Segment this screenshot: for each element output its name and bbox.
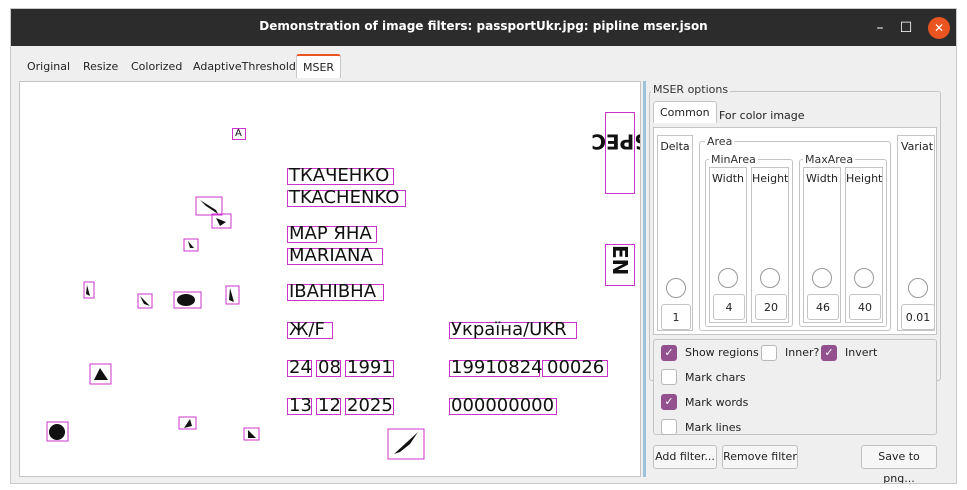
max-height-label: Height bbox=[846, 172, 883, 185]
max-height-column: Height 40 bbox=[845, 167, 883, 323]
mark-chars-label: Mark chars bbox=[685, 371, 746, 384]
options-panel: MSER options Common For color image Delt… bbox=[649, 81, 943, 483]
min-area-label: MinArea bbox=[709, 153, 758, 166]
min-width-column: Width 4 bbox=[709, 167, 747, 323]
inner-checkbox[interactable] bbox=[761, 345, 777, 361]
max-width-column: Width 46 bbox=[803, 167, 841, 323]
close-icon[interactable]: ✕ bbox=[928, 17, 950, 39]
min-height-label: Height bbox=[752, 172, 789, 185]
min-width-spinbox[interactable]: 4 bbox=[713, 294, 745, 320]
tab-mser[interactable]: MSER bbox=[296, 54, 342, 78]
invert-label: Invert bbox=[845, 346, 878, 359]
region-box bbox=[83, 281, 95, 299]
max-height-dial-icon[interactable] bbox=[854, 268, 874, 288]
blob bbox=[216, 218, 226, 226]
blob bbox=[394, 432, 418, 454]
subtab-common[interactable]: Common bbox=[653, 101, 717, 123]
blob bbox=[248, 430, 256, 438]
save-png-button[interactable]: Save to png... bbox=[861, 445, 937, 483]
blob bbox=[200, 200, 218, 214]
variation-column: Variatio 0.01 bbox=[897, 135, 935, 331]
max-width-dial-icon[interactable] bbox=[812, 268, 832, 288]
mark-chars-checkbox[interactable] bbox=[661, 369, 677, 385]
photo-regions bbox=[46, 196, 425, 460]
remove-filter-button[interactable]: Remove filter bbox=[722, 445, 798, 469]
mark-words-checkbox[interactable]: ✓ bbox=[661, 394, 677, 410]
blob bbox=[184, 419, 192, 428]
area-label: Area bbox=[705, 135, 735, 148]
subtab-color-image[interactable]: For color image bbox=[719, 109, 805, 122]
tab-colorized[interactable]: Colorized bbox=[131, 60, 182, 73]
image-preview: ТКАЧЕНКО TKACHENKO МАР ЯНА MARIANA ІВАНІ… bbox=[19, 81, 641, 477]
tab-resize[interactable]: Resize bbox=[83, 60, 118, 73]
maximize-icon[interactable]: ☐ bbox=[895, 17, 917, 39]
min-height-dial-icon[interactable] bbox=[760, 268, 780, 288]
variation-spinbox[interactable]: 0.01 bbox=[901, 304, 934, 330]
blob bbox=[177, 294, 195, 306]
blob bbox=[140, 296, 150, 306]
blob bbox=[94, 368, 108, 380]
delta-dial-icon[interactable] bbox=[666, 278, 686, 298]
max-width-label: Width bbox=[806, 172, 838, 185]
inner-label: Inner? bbox=[785, 346, 820, 359]
min-width-label: Width bbox=[712, 172, 744, 185]
min-width-dial-icon[interactable] bbox=[718, 268, 738, 288]
title-bar: Demonstration of image filters: passport… bbox=[11, 9, 956, 46]
add-filter-button[interactable]: Add filter... bbox=[653, 445, 717, 469]
mark-lines-label: Mark lines bbox=[685, 421, 742, 434]
minimize-icon[interactable]: – bbox=[869, 17, 891, 39]
max-area-label: MaxArea bbox=[803, 153, 856, 166]
blob bbox=[86, 285, 90, 296]
delta-column: Delta 1 bbox=[657, 135, 693, 331]
blob bbox=[188, 241, 194, 248]
window-title: Demonstration of image filters: passport… bbox=[259, 19, 708, 33]
max-height-spinbox[interactable]: 40 bbox=[849, 294, 881, 320]
tab-original[interactable]: Original bbox=[27, 60, 70, 73]
blob bbox=[49, 424, 65, 440]
mark-words-label: Mark words bbox=[685, 396, 749, 409]
blob bbox=[229, 288, 234, 302]
splitter-handle[interactable] bbox=[643, 81, 646, 477]
app-window: Demonstration of image filters: passport… bbox=[10, 8, 957, 484]
show-regions-label: Show regions bbox=[685, 346, 759, 359]
delta-label: Delta bbox=[660, 140, 690, 153]
invert-checkbox[interactable]: ✓ bbox=[821, 345, 837, 361]
delta-spinbox[interactable]: 1 bbox=[661, 304, 691, 330]
min-height-spinbox[interactable]: 20 bbox=[755, 294, 787, 320]
variation-dial-icon[interactable] bbox=[908, 278, 928, 298]
show-regions-checkbox[interactable]: ✓ bbox=[661, 345, 677, 361]
variation-label: Variatio bbox=[901, 140, 934, 153]
tab-adaptive-threshold[interactable]: AdaptiveThreshold bbox=[193, 60, 296, 73]
mser-options-title: MSER options bbox=[651, 83, 731, 96]
max-width-spinbox[interactable]: 46 bbox=[807, 294, 839, 320]
min-height-column: Height 20 bbox=[751, 167, 789, 323]
mark-lines-checkbox[interactable] bbox=[661, 419, 677, 435]
